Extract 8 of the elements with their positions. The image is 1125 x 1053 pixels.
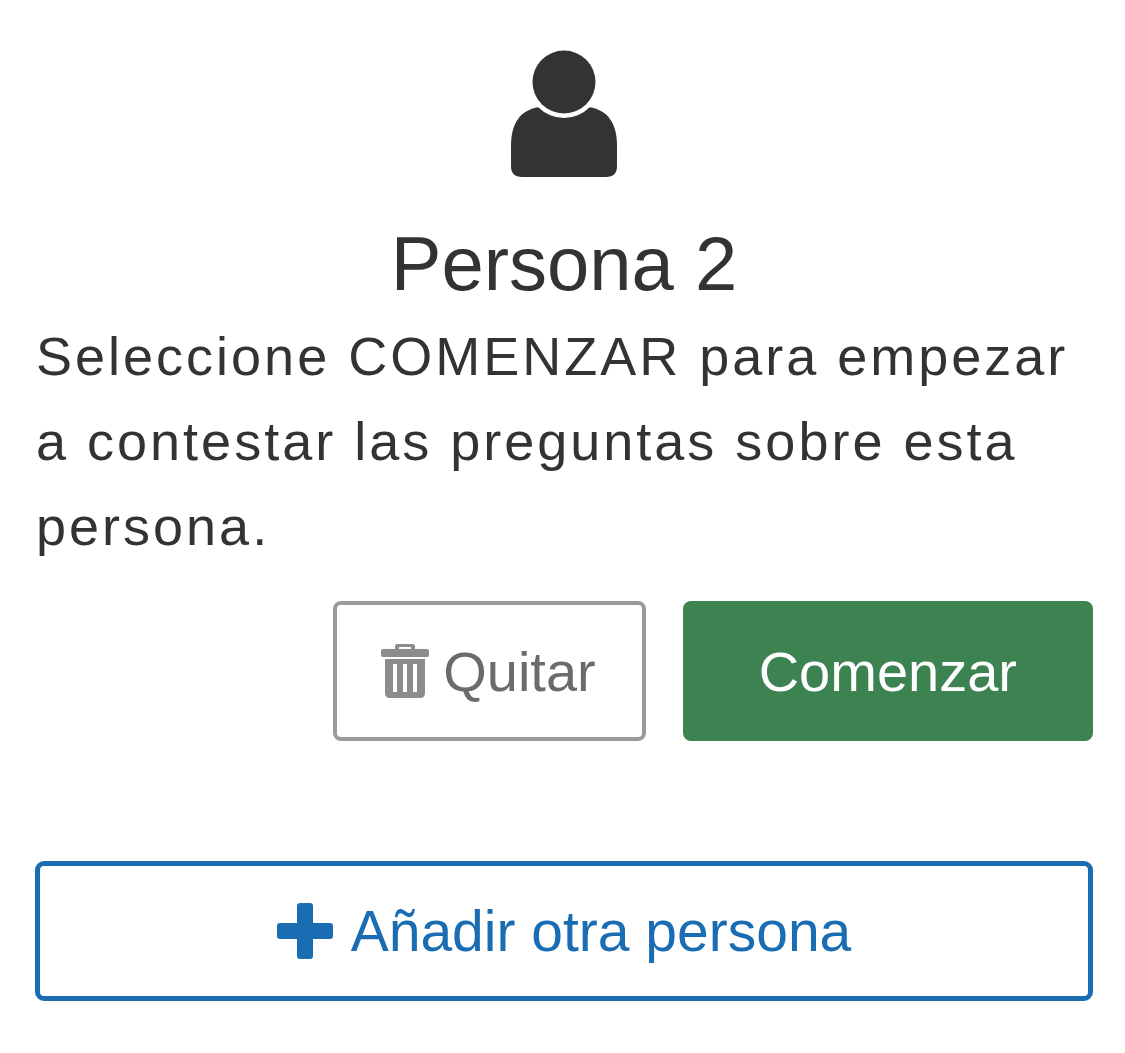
trash-icon: [381, 644, 430, 698]
remove-button[interactable]: Quitar: [333, 601, 646, 741]
person-icon: [511, 50, 617, 177]
instructions-text: Seleccione COMENZAR para empezar a contestar las preguntas sobre esta persona.: [36, 325, 1070, 558]
add-person-button[interactable]: Añadir otra persona: [35, 861, 1093, 1001]
plus-icon: [276, 903, 333, 959]
start-button[interactable]: Comenzar: [682, 601, 1093, 741]
person-title: Persona 2: [390, 220, 738, 308]
